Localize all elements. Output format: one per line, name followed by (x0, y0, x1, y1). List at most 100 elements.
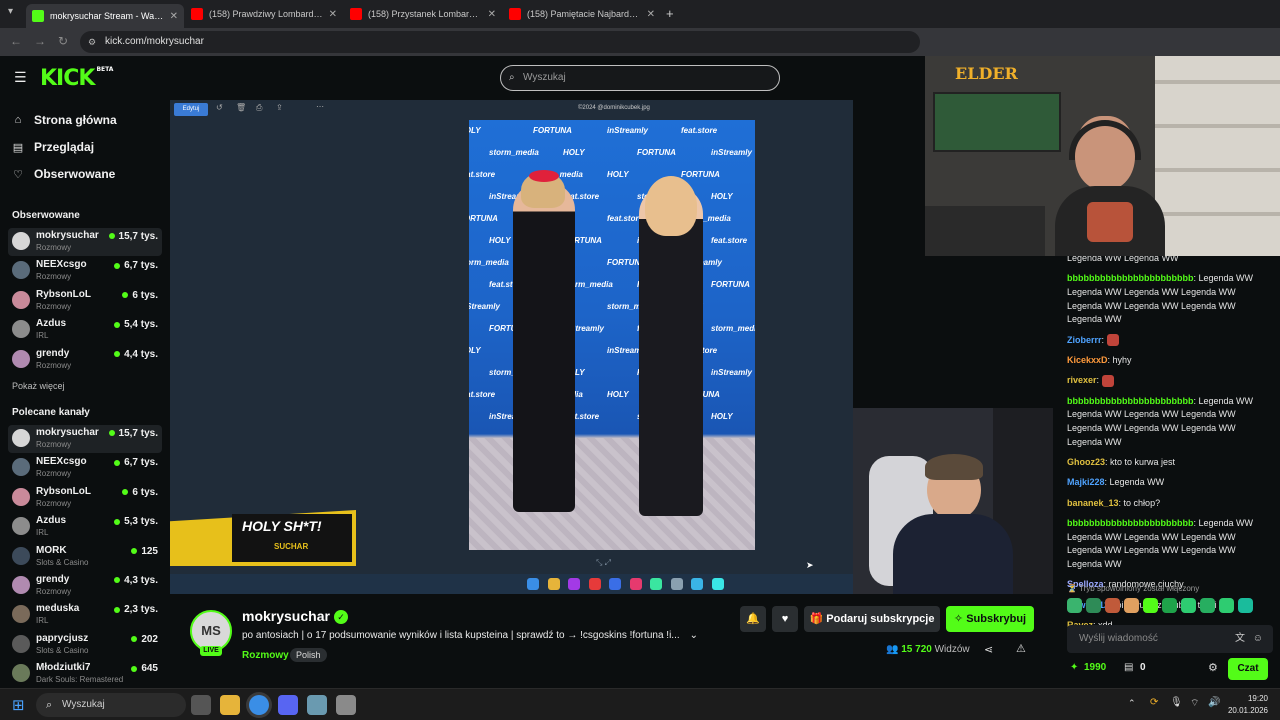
emote-icon[interactable] (1181, 598, 1196, 613)
channel-item[interactable]: MORK Slots & Casino 125 (8, 543, 162, 571)
menu-icon[interactable]: ☰ (14, 69, 27, 86)
windows-search-input[interactable]: ⌕ Wyszukaj (36, 693, 186, 717)
xbox-icon[interactable] (307, 695, 327, 715)
avatar (12, 517, 30, 536)
channel-item[interactable]: Azdus IRL 5,4 tys. (8, 316, 162, 344)
points-value[interactable]: 1990 (1084, 662, 1106, 673)
channel-name: MORK (36, 544, 67, 556)
chat-username[interactable]: bbbbbbbbbbbbbbbbbbbbbbb (1067, 518, 1193, 528)
browser-tab[interactable]: (158) Prawdziwy Lombard - Od ✕ (185, 4, 343, 24)
chat-username[interactable]: Zioberrr (1067, 335, 1102, 345)
close-tab-icon[interactable]: ✕ (329, 9, 337, 20)
nav-item[interactable]: ▤ Przeglądaj (12, 140, 94, 154)
channel-item[interactable]: NEEXcsgo Rozmowy 6,7 tys. (8, 257, 162, 285)
bets-icon[interactable]: ▤ (1124, 662, 1133, 673)
emote-icon[interactable] (1200, 598, 1215, 613)
close-tab-icon[interactable]: ✕ (170, 11, 178, 22)
channel-category: Slots & Casino (36, 557, 89, 567)
tab-list-icon[interactable]: ▾ (8, 6, 13, 17)
language-tag[interactable]: Polish (290, 648, 327, 662)
browser-tab[interactable]: (158) Przystanek Lombard - Od ✕ (344, 4, 502, 24)
clock[interactable]: 19:20 20.01.2026 (1228, 693, 1268, 717)
chat-message: KicekxxD: hyhy (1067, 354, 1267, 368)
channel-item[interactable]: meduska IRL 2,3 tys. (8, 601, 162, 629)
video-player[interactable]: Edytuj ↺ 🗑 ⎙ ⇪ ⋯ ©2024 @dominikcubek.jpg… (170, 100, 853, 594)
search-input[interactable]: ⌕ Wyszukaj (500, 65, 780, 91)
chat-input[interactable]: Wyślij wiadomość 文 ☺ (1067, 625, 1273, 653)
channel-item[interactable]: mokrysuchar Rozmowy 15,7 tys. (8, 425, 162, 453)
emote-icon[interactable] (1086, 598, 1101, 613)
browser-tab[interactable]: mokrysuchar Stream - Watch ✕ (26, 4, 184, 28)
browser-tab[interactable]: (158) Pamiętacie Najbardziej Po ✕ (503, 4, 661, 24)
follow-button[interactable]: ♥ (772, 606, 798, 632)
nav-item[interactable]: ⌂ Strona główna (12, 113, 117, 127)
discord-icon[interactable] (278, 695, 298, 715)
nav-item[interactable]: ♡ Obserwowane (12, 167, 115, 181)
channel-item[interactable]: Azdus IRL 5,3 tys. (8, 513, 162, 541)
chrome-icon[interactable] (249, 695, 269, 715)
chat-settings-icon[interactable]: ⚙ (1208, 661, 1218, 674)
kick-logo[interactable]: KICK BETA (40, 66, 113, 91)
show-more-link[interactable]: Pokaż więcej (12, 381, 65, 391)
hair-right (645, 176, 697, 236)
chat-username[interactable]: bananek_13 (1067, 498, 1119, 508)
task-view-icon[interactable] (191, 695, 211, 715)
rotate-icon: ↺ (216, 103, 223, 112)
share-stream-icon[interactable]: ⋖ (984, 643, 993, 656)
channel-viewers: 6,7 tys. (114, 260, 158, 271)
translate-icon[interactable]: 文 (1235, 625, 1245, 653)
channel-item[interactable]: NEEXcsgo Rozmowy 6,7 tys. (8, 454, 162, 482)
windows-start-icon[interactable]: ⊞ (12, 696, 25, 714)
chat-username[interactable]: Ghooz23 (1067, 457, 1105, 467)
channel-category: Rozmowy (36, 243, 72, 252)
forward-icon[interactable]: → (34, 34, 46, 48)
emote-icon[interactable] (1105, 598, 1120, 613)
stream-category[interactable]: Rozmowy (242, 650, 289, 661)
youtube-favicon-icon (191, 8, 203, 20)
site-info-icon[interactable]: ⚙ (88, 31, 96, 53)
close-tab-icon[interactable]: ✕ (488, 9, 496, 20)
channel-item[interactable]: grendy Rozmowy 4,4 tys. (8, 346, 162, 374)
emote-icon[interactable] (1067, 598, 1082, 613)
channel-item[interactable]: paprycjusz Slots & Casino 202 (8, 631, 162, 659)
windows-search-icon: ⌕ (46, 699, 53, 711)
file-explorer-icon[interactable] (220, 695, 240, 715)
points-icon[interactable]: ✦ (1070, 662, 1078, 673)
mic-icon[interactable]: 🎙 (1170, 697, 1183, 708)
wifi-icon[interactable]: ⌔ (1190, 697, 1199, 710)
emote-icon[interactable] (1238, 598, 1253, 613)
chat-username[interactable]: bbbbbbbbbbbbbbbbbbbbbbb (1067, 273, 1193, 283)
volume-icon[interactable]: 🔊 (1208, 697, 1220, 708)
chat-username[interactable]: KicekxxD (1067, 355, 1108, 365)
sponsor-logo: FORTUNA (711, 280, 750, 289)
emote-icon[interactable] (1143, 598, 1158, 613)
emote-icon[interactable] (1219, 598, 1234, 613)
channel-item[interactable]: RybsonLoL Rozmowy 6 tys. (8, 287, 162, 315)
channel-item[interactable]: RybsonLoL Rozmowy 6 tys. (8, 484, 162, 512)
network-icon[interactable]: ⟳ (1150, 697, 1158, 708)
report-icon[interactable]: ⚠ (1016, 642, 1026, 655)
emote-icon[interactable] (1124, 598, 1139, 613)
channel-item[interactable]: mokrysuchar Rozmowy 15,7 tys. (8, 228, 162, 256)
back-icon[interactable]: ← (10, 34, 22, 48)
streamer-name[interactable]: mokrysuchar (242, 608, 330, 624)
expand-title-icon[interactable]: ⌄ (690, 630, 698, 641)
chat-send-button[interactable]: Czat (1228, 658, 1268, 680)
gift-sub-button[interactable]: 🎁 Podaruj subskrypcje (804, 606, 940, 632)
notifications-button[interactable]: 🔔 (740, 606, 766, 632)
chat-username[interactable]: bbbbbbbbbbbbbbbbbbbbbbb (1067, 396, 1193, 406)
channel-item[interactable]: Młodziutki7 Dark Souls: Remastered 645 (8, 660, 162, 688)
bets-value[interactable]: 0 (1140, 662, 1146, 673)
tray-chevron-icon[interactable]: ⌃ (1128, 698, 1136, 709)
chat-username[interactable]: Majki228 (1067, 477, 1105, 487)
new-tab-button[interactable]: + (666, 6, 674, 21)
channel-item[interactable]: grendy Rozmowy 4,3 tys. (8, 572, 162, 600)
close-tab-icon[interactable]: ✕ (647, 9, 655, 20)
chat-username[interactable]: rivexer (1067, 375, 1097, 385)
reload-icon[interactable]: ↻ (58, 34, 68, 48)
emote-icon[interactable] (1162, 598, 1177, 613)
emoji-icon[interactable]: ☺ (1253, 625, 1263, 653)
subscribe-button[interactable]: ✧ Subskrybuj (946, 606, 1034, 632)
steam-app-icon[interactable] (336, 695, 356, 715)
url-field[interactable]: ⚙ kick.com/mokrysuchar (80, 31, 920, 53)
